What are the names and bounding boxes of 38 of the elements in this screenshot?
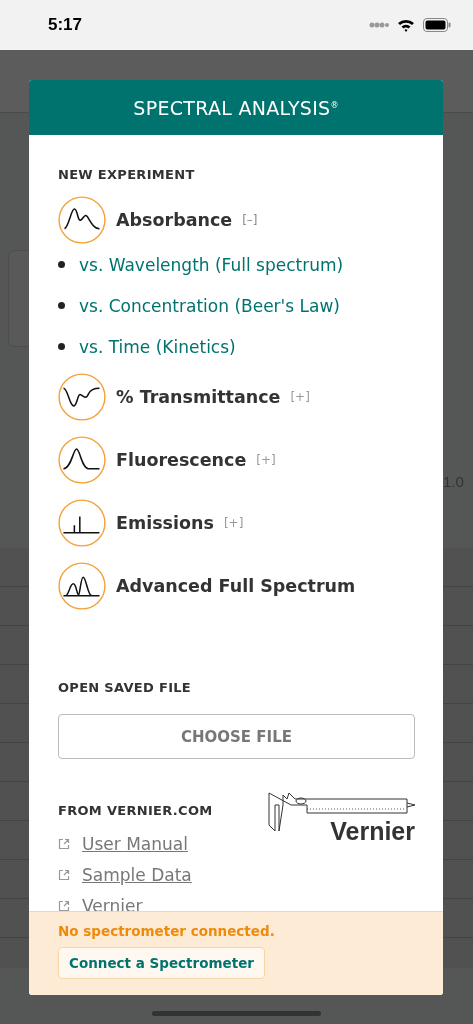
external-link-icon xyxy=(58,899,70,911)
spectrum-icon xyxy=(58,562,106,610)
connect-button[interactable]: Connect a Spectrometer xyxy=(58,947,265,979)
expand-toggle[interactable]: [+] xyxy=(256,453,276,467)
section-heading: NEW EXPERIMENT xyxy=(58,167,196,182)
web-link[interactable]: User Manual xyxy=(82,833,188,854)
logo-text: Vernier xyxy=(330,817,415,846)
section-heading: FROM VERNIER.COM xyxy=(58,803,213,818)
expand-toggle[interactable]: [–] xyxy=(242,213,258,227)
spectrum-icon xyxy=(58,196,106,244)
external-link-icon xyxy=(58,837,70,850)
expand-toggle[interactable]: [+] xyxy=(290,390,310,404)
dialog-title: SPECTRAL ANALYSIS$^{®}$ xyxy=(133,96,339,119)
spectrum-icon xyxy=(58,373,106,421)
spectrum-icon xyxy=(58,436,106,484)
experiment-mode-link[interactable]: Emissions xyxy=(116,513,214,533)
spectrum-icon xyxy=(58,499,106,547)
bullet-dot xyxy=(58,302,65,309)
wifi-icon xyxy=(397,18,415,32)
web-link[interactable]: Sample Data xyxy=(82,864,192,885)
experiment-mode-link[interactable]: Fluorescence xyxy=(116,450,247,470)
bullet-dot xyxy=(58,343,65,350)
section-heading: OPEN SAVED FILE xyxy=(58,680,193,695)
expand-toggle[interactable]: [+] xyxy=(223,516,244,530)
experiment-mode-link[interactable]: Absorbance xyxy=(116,210,233,230)
external-link-icon xyxy=(58,868,70,881)
web-link[interactable]: Vernier xyxy=(82,895,143,911)
bullet-dot xyxy=(58,261,65,268)
choose-file-button[interactable]: CHOOSE FILE xyxy=(58,714,415,759)
signal-icon xyxy=(369,22,389,28)
experiment-mode-link[interactable]: % Transmittance xyxy=(116,387,281,407)
experiment-mode-link[interactable]: Advanced Full Spectrum xyxy=(116,576,356,596)
experiment-option-link[interactable]: vs. Wavelength (Full spectrum) xyxy=(79,254,344,275)
experiment-option-link[interactable]: vs. Concentration (Beer's Law) xyxy=(79,295,340,316)
experiment-option-link[interactable]: vs. Time (Kinetics) xyxy=(79,336,236,357)
battery-icon xyxy=(423,18,451,32)
warning-message: No spectrometer connected. xyxy=(58,923,275,939)
clock: 5:17 xyxy=(48,15,83,35)
